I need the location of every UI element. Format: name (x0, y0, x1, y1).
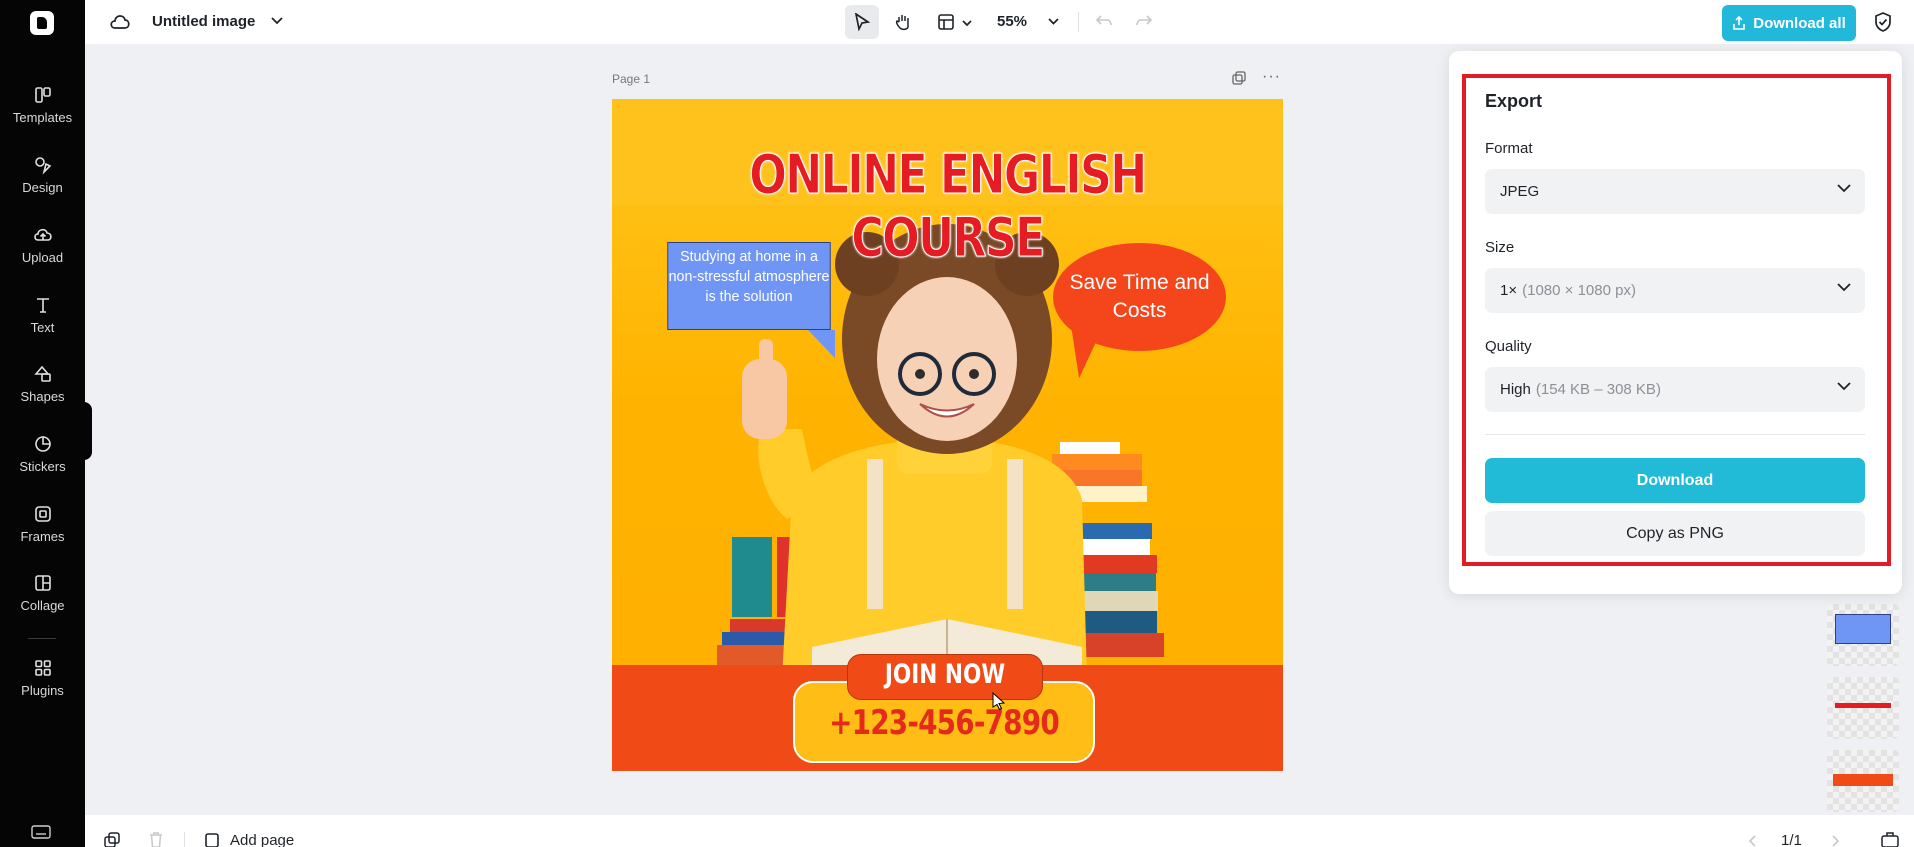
templates-icon (34, 87, 51, 103)
download-all-label: Download all (1753, 14, 1846, 32)
sidebar-item-label: Plugins (21, 683, 64, 698)
sidebar-item-frames[interactable]: Frames (0, 504, 85, 544)
duplicate-page-icon[interactable] (104, 832, 120, 847)
speech-bubble-left: Studying at home in a non-stressful atmo… (667, 242, 831, 330)
document-title[interactable]: Untitled image (152, 13, 255, 30)
page-counter: 1/1 (1781, 832, 1802, 847)
sidebar-item-text[interactable]: Text (0, 295, 85, 335)
bottom-bar: Add page 1/1 (85, 815, 1914, 847)
undo-icon[interactable] (1095, 14, 1113, 30)
sidebar-item-plugins[interactable]: Plugins (0, 658, 85, 698)
design-icon (34, 157, 51, 175)
layer-thumb-speech-bubble[interactable] (1827, 604, 1899, 666)
sidebar-item-upload[interactable]: Upload (0, 225, 85, 265)
page-icon (205, 833, 219, 847)
shield-check-icon[interactable] (1873, 11, 1893, 33)
upload-icon (33, 228, 52, 241)
cursor-icon (854, 13, 870, 31)
chevron-left-icon[interactable] (1748, 835, 1756, 847)
frames-icon (34, 506, 51, 522)
hand-icon (895, 15, 909, 31)
zoom-level[interactable]: 55% (997, 13, 1027, 30)
poster-join-now: JOIN NOW (884, 659, 1006, 690)
redo-icon[interactable] (1135, 14, 1153, 30)
page-label: Page 1 (612, 72, 651, 86)
speech-bubble-tail (808, 330, 835, 358)
speech-bubble-right: Save Time and Costs (1053, 243, 1226, 351)
sidebar-item-label: Text (30, 320, 55, 335)
left-sidebar: Templates Design Upload Text Shapes Stic… (0, 0, 85, 847)
layout-menu-button[interactable] (937, 13, 973, 36)
sidebar-item-label: Stickers (19, 459, 66, 474)
chevron-right-icon[interactable] (1832, 835, 1840, 847)
download-all-button[interactable]: Download all (1722, 5, 1856, 41)
plugins-icon (34, 660, 51, 676)
sidebar-item-design[interactable]: Design (0, 155, 85, 195)
sidebar-item-collage[interactable]: Collage (0, 573, 85, 613)
export-icon (1733, 16, 1746, 30)
layer-thumbnails (1827, 604, 1899, 823)
collage-icon (34, 575, 51, 591)
duplicate-page-icon[interactable] (1232, 71, 1246, 85)
shapes-icon (33, 365, 51, 382)
sidebar-item-templates[interactable]: Templates (0, 85, 85, 125)
top-bar: Untitled image 55% Download all (85, 0, 1914, 44)
keyboard-icon[interactable] (31, 825, 51, 839)
cloud-sync-icon[interactable] (109, 12, 131, 32)
highlight-box (1462, 74, 1891, 566)
app-logo-icon[interactable] (30, 11, 54, 35)
sidebar-collapse-handle[interactable] (78, 402, 92, 460)
chevron-down-icon[interactable] (271, 17, 283, 25)
poster-phone: +123-456-7890 (829, 703, 1060, 743)
sidebar-item-shapes[interactable]: Shapes (0, 364, 85, 404)
mouse-cursor-icon (992, 692, 1006, 710)
sidebar-item-label: Templates (12, 110, 73, 125)
sidebar-item-stickers[interactable]: Stickers (0, 434, 85, 474)
layer-thumb-footer-bar[interactable] (1827, 750, 1899, 812)
layer-thumb-headline[interactable] (1827, 677, 1899, 739)
sidebar-item-label: Frames (20, 529, 65, 544)
sidebar-item-label: Design (22, 180, 63, 195)
chevron-down-icon (962, 20, 973, 27)
page-more-options-icon[interactable]: ··· (1262, 68, 1281, 86)
layout-icon (938, 14, 954, 30)
sidebar-divider (28, 638, 56, 639)
sidebar-item-label: Upload (21, 250, 64, 265)
briefcase-icon[interactable] (1881, 832, 1899, 847)
chevron-down-icon[interactable] (1048, 18, 1059, 25)
text-icon (36, 298, 49, 313)
poster-canvas[interactable]: ONLINE ENGLISH COURSE Studying at home i… (612, 99, 1283, 771)
toolbar-separator (1078, 12, 1079, 32)
add-page-button[interactable]: Add page (230, 832, 294, 847)
select-tool-button[interactable] (845, 5, 879, 39)
sidebar-item-label: Shapes (20, 389, 65, 404)
trash-icon[interactable] (149, 832, 163, 847)
toolbar-separator (184, 832, 185, 847)
hand-tool-button[interactable] (886, 5, 920, 39)
stickers-icon (34, 436, 51, 452)
sidebar-item-label: Collage (20, 598, 65, 613)
